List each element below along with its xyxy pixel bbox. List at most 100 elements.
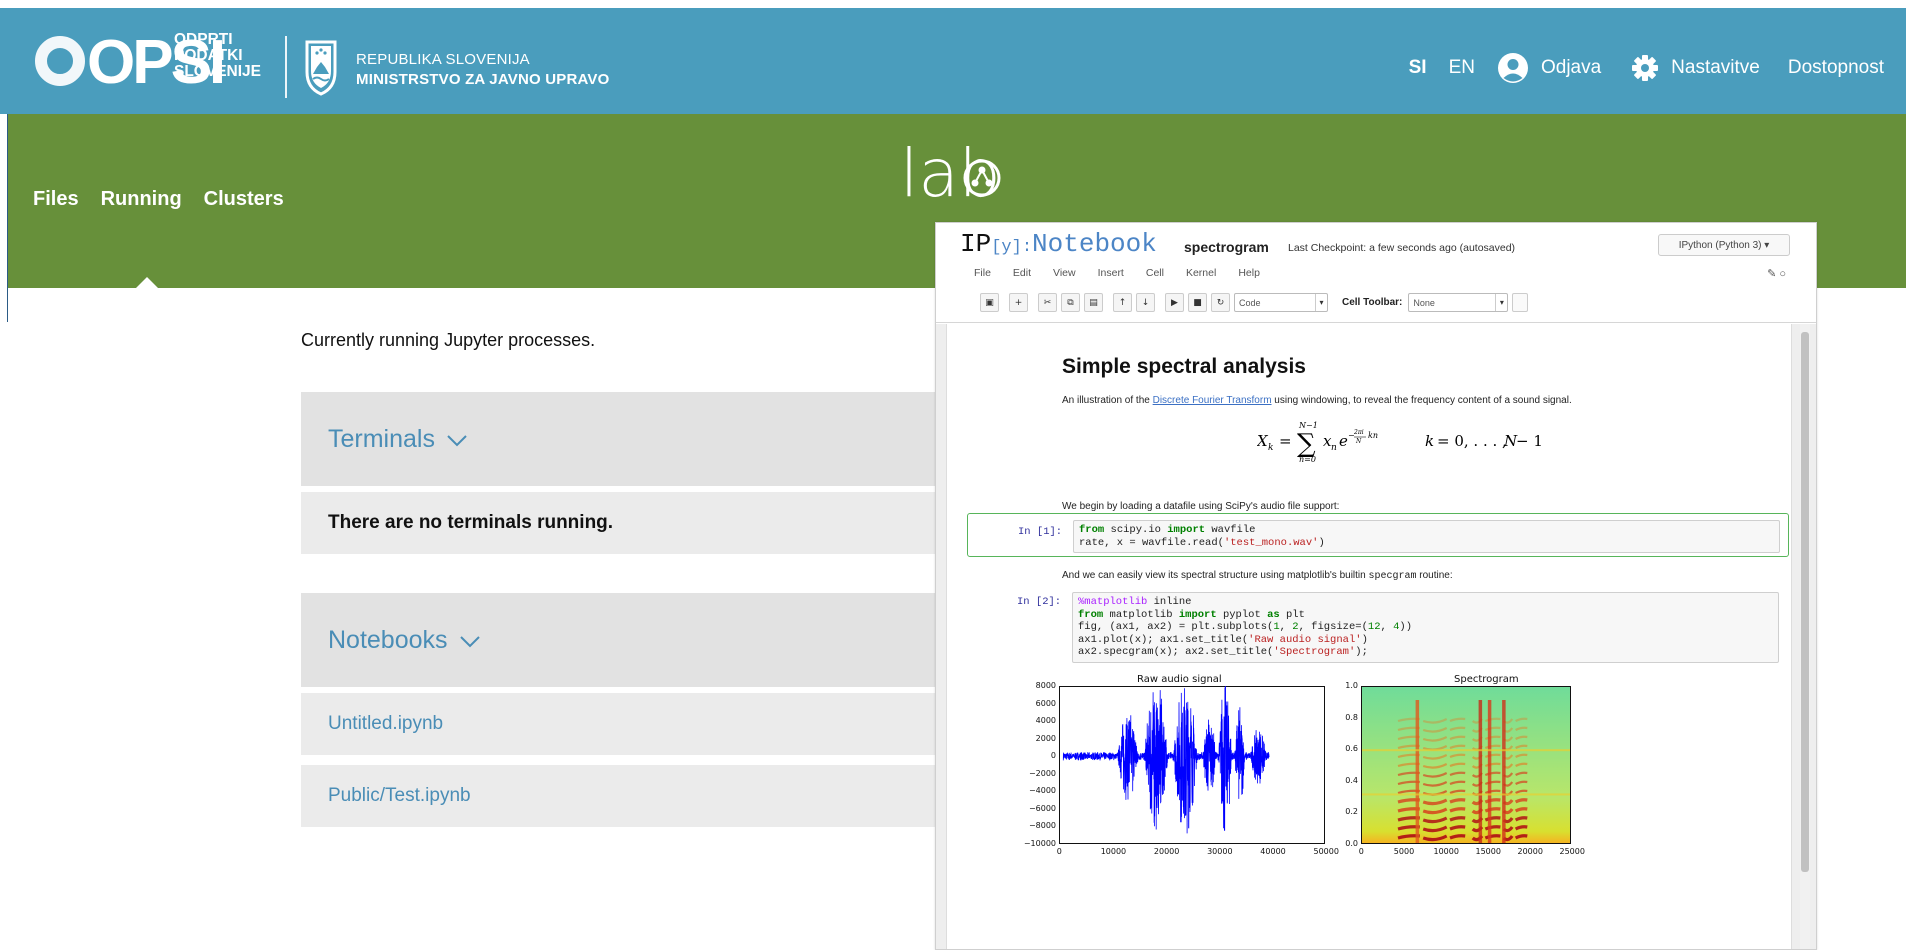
ipython-notebook-logo[interactable]: IP[y]:Notebook: [960, 229, 1157, 259]
view-text: And we can easily view its spectral stru…: [1062, 570, 1369, 581]
svg-text:k: k: [1268, 443, 1273, 453]
copy-icon[interactable]: ⧉: [1061, 293, 1080, 312]
notebook-scrollbar[interactable]: [1800, 324, 1810, 949]
spectrogram-band: [1478, 700, 1483, 844]
tab-clusters[interactable]: Clusters: [204, 188, 284, 211]
ministry-line-1: REPUBLIKA SLOVENIJA: [356, 51, 530, 68]
kernel-idle-icon: ○: [1779, 268, 1786, 280]
chevron-down-icon[interactable]: [459, 636, 480, 648]
brand-ip: IP: [960, 229, 992, 259]
save-icon[interactable]: ▣: [980, 293, 999, 312]
svg-text:n=0: n=0: [1299, 455, 1316, 464]
checkpoint-status: Last Checkpoint: a few seconds ago (auto…: [1288, 242, 1516, 254]
logo-sub-line: SLOVENIJE: [174, 63, 261, 80]
chevron-down-icon: ▾: [1495, 294, 1507, 311]
chevron-down-icon: ▾: [1315, 294, 1327, 311]
terminals-panel: Terminals There are no terminals running…: [301, 392, 961, 554]
markdown-load-text: We begin by loading a datafile using Sci…: [1062, 501, 1340, 512]
menu-insert[interactable]: Insert: [1098, 267, 1124, 279]
no-terminals-message: There are no terminals running.: [301, 492, 961, 554]
brand-y: [y]:: [991, 238, 1033, 257]
run-icon[interactable]: ▶: [1165, 293, 1184, 312]
y-tick-label: 2000: [1035, 733, 1056, 743]
lang-si-link[interactable]: SI: [1409, 57, 1427, 79]
y-tick-label: −2000: [1028, 768, 1056, 778]
left-edge-line: [7, 114, 8, 322]
y-tick-label: 0: [1050, 751, 1056, 761]
svg-text:=: =: [1279, 432, 1292, 450]
dft-link[interactable]: Discrete Fourier Transform: [1153, 395, 1272, 406]
cell-type-select[interactable]: Code ▾: [1234, 293, 1328, 312]
paste-icon[interactable]: ▤: [1084, 293, 1103, 312]
user-icon[interactable]: [1497, 52, 1529, 84]
notebook-link-public-test[interactable]: Public/Test.ipynb: [301, 765, 961, 827]
x-tick-label: 0: [1358, 847, 1364, 856]
dft-formula: Xk = ∑ N−1 n=0 xn e − 2πiN kn k = 0, . . .…: [1257, 421, 1543, 464]
x-tick-label: 30000: [1207, 847, 1233, 856]
code-cell-1[interactable]: In [1]: from scipy.io import wavfile rat…: [967, 513, 1789, 557]
audio-waveform-chart: [1059, 686, 1325, 844]
y-tick-label: 6000: [1035, 698, 1056, 708]
header-divider: [285, 36, 287, 98]
cell-toolbar-select[interactable]: None ▾: [1408, 293, 1509, 312]
move-down-icon[interactable]: ↓: [1136, 293, 1155, 312]
dashboard-tabs: Files Running Clusters: [33, 188, 284, 211]
x-tick-label: 40000: [1260, 847, 1286, 856]
notebooks-panel: Notebooks Untitled.ipynb Public/Test.ipy…: [301, 593, 961, 827]
menu-view[interactable]: View: [1053, 267, 1076, 279]
terminals-header[interactable]: Terminals: [301, 392, 961, 486]
svg-text:N−1: N−1: [1298, 421, 1318, 430]
notebook-sheet: Simple spectral analysis An illustration…: [946, 324, 1792, 949]
scrollbar-thumb[interactable]: [1801, 332, 1809, 872]
settings-link[interactable]: Nastavitve: [1671, 57, 1760, 79]
svg-text:k: k: [1425, 432, 1434, 450]
chevron-down-icon[interactable]: [447, 435, 467, 447]
y-tick-label: 0.6: [1345, 744, 1358, 754]
toolbar-extra-button[interactable]: [1512, 293, 1529, 312]
spectrogram-plot: Spectrogram 1.0 0.8 0.6 0.4 0.2 0.0 0 50…: [1334, 674, 1664, 856]
spectrogram-band: [1415, 700, 1420, 844]
kernel-selector[interactable]: IPython (Python 3) ▾: [1658, 234, 1790, 256]
lang-en-link[interactable]: EN: [1449, 57, 1475, 79]
stop-icon[interactable]: ■: [1188, 293, 1207, 312]
cut-icon[interactable]: ✂: [1038, 293, 1057, 312]
svg-text:e: e: [1339, 432, 1348, 450]
code-editor[interactable]: %matplotlib inline from matplotlib impor…: [1072, 592, 1779, 663]
x-tick-label: 25000: [1559, 847, 1585, 856]
notebooks-header[interactable]: Notebooks: [301, 593, 961, 687]
x-tick-label: 20000: [1153, 847, 1180, 856]
notebook-link-untitled[interactable]: Untitled.ipynb: [301, 693, 961, 755]
menu-file[interactable]: File: [974, 267, 991, 279]
x-tick-label: 10000: [1100, 847, 1127, 856]
code-editor[interactable]: from scipy.io import wavfile rate, x = w…: [1073, 520, 1780, 553]
menu-cell[interactable]: Cell: [1146, 267, 1164, 279]
view-text-end: routine:: [1416, 570, 1453, 581]
spectrogram-chart: [1361, 686, 1571, 844]
restart-icon[interactable]: ↻: [1211, 293, 1230, 312]
logo-sub-line: PODATKI: [174, 47, 243, 64]
specgram-code: specgram: [1368, 571, 1417, 582]
tab-running[interactable]: Running: [101, 188, 182, 211]
notebook-header: IP[y]:Notebook spectrogram Last Checkpoi…: [936, 223, 1816, 323]
code-cell-2[interactable]: In [2]: %matplotlib inline from matplotl…: [967, 589, 1789, 669]
add-cell-icon[interactable]: +: [1009, 293, 1028, 312]
notebook-name[interactable]: spectrogram: [1184, 239, 1269, 255]
menu-help[interactable]: Help: [1238, 267, 1260, 279]
notebooks-title: Notebooks: [328, 625, 448, 654]
pencil-icon[interactable]: ✎: [1767, 268, 1776, 280]
menu-kernel[interactable]: Kernel: [1186, 267, 1216, 279]
lab-logo[interactable]: lab: [900, 138, 1010, 216]
y-tick-label: −10000: [1023, 839, 1056, 848]
ministry-line-2: MINISTRSTVO ZA JAVNO UPRAVO: [356, 71, 610, 88]
edit-mode-icons: ✎ ○: [1767, 267, 1786, 280]
y-tick-label: 8000: [1035, 681, 1056, 690]
accessibility-link[interactable]: Dostopnost: [1788, 57, 1884, 79]
brand-word: Notebook: [1032, 229, 1157, 259]
menu-edit[interactable]: Edit: [1013, 267, 1031, 279]
tab-files[interactable]: Files: [33, 188, 79, 211]
logout-link[interactable]: Odjava: [1541, 57, 1601, 79]
gear-icon[interactable]: [1631, 54, 1659, 82]
move-up-icon[interactable]: ↑: [1113, 293, 1132, 312]
notebook-toolbar: ▣ + ✂ ⧉ ▤ ↑ ↓ ▶ ■ ↻ Code ▾ Cell Toolbar:…: [980, 293, 1529, 312]
markdown-title: Simple spectral analysis: [1062, 355, 1306, 378]
